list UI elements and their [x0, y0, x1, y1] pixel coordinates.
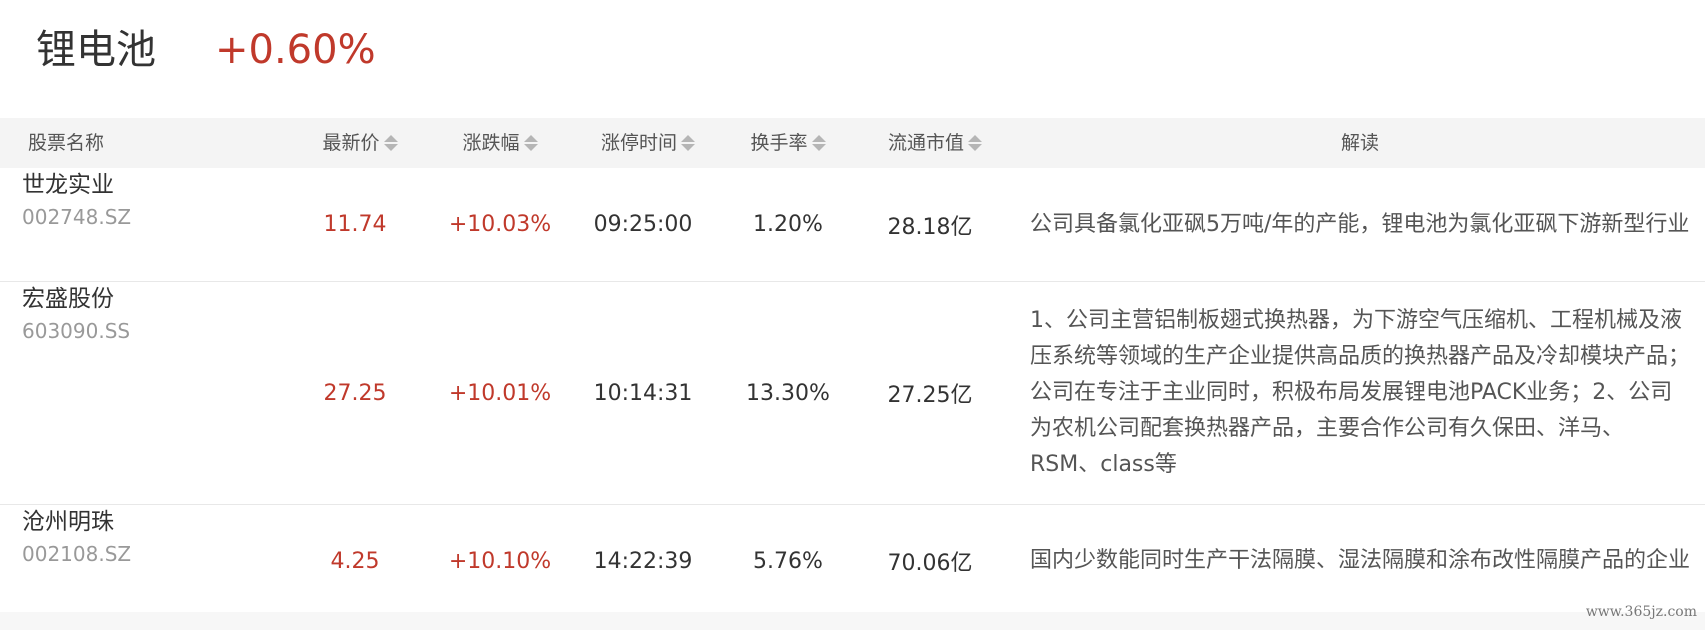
- header-market-cap[interactable]: 流通市值: [860, 118, 1010, 168]
- stock-code: 002748.SZ: [22, 205, 132, 229]
- stock-name-cell: 宏盛股份 603090.SS: [22, 282, 262, 504]
- price-cell: 4.25: [330, 548, 380, 574]
- change-cell: +10.03%: [448, 212, 552, 237]
- turnover-cell: 5.76%: [753, 548, 823, 574]
- stock-name[interactable]: 沧州明珠: [22, 505, 114, 539]
- stock-name[interactable]: 世龙实业: [22, 168, 114, 202]
- table-row[interactable]: 世龙实业 002748.SZ 11.74 +10.03% 09:25:00 1.…: [0, 168, 1705, 282]
- market-cap-cell: 27.25亿: [887, 383, 973, 408]
- header-interpretation-label: 解读: [1340, 132, 1379, 154]
- interpretation-text: 公司具备氯化亚砜5万吨/年的产能，锂电池为氯化亚砜下游新型行业: [1030, 211, 1690, 237]
- sort-arrows-icon[interactable]: [681, 132, 695, 154]
- price-cell: 11.74: [323, 212, 387, 237]
- interpretation-cell: 国内少数能同时生产干法隔膜、湿法隔膜和涂布改性隔膜产品的企业: [1030, 505, 1690, 617]
- change-cell: +10.01%: [448, 380, 552, 406]
- sector-name: 锂电池: [36, 27, 156, 73]
- table-header: 股票名称 最新价 涨跌幅 涨停时间 换手率 流通市值 解读: [0, 118, 1705, 168]
- stock-code: 002108.SZ: [22, 542, 132, 566]
- interpretation-text: 1、公司主营铝制板翅式换热器，为下游空气压缩机、工程机械及液压系统等领域的生产企…: [1030, 308, 1691, 477]
- header-market-cap-label: 流通市值: [887, 132, 964, 154]
- header-price[interactable]: 最新价: [295, 118, 425, 168]
- table-row[interactable]: 宏盛股份 603090.SS 27.25 +10.01% 10:14:31 13…: [0, 282, 1705, 505]
- limit-time-cell: 09:25:00: [593, 212, 693, 237]
- change-cell: +10.10%: [448, 548, 552, 574]
- interpretation-cell: 1、公司主营铝制板翅式换热器，为下游空气压缩机、工程机械及液压系统等领域的生产企…: [1030, 282, 1690, 504]
- sector-header: 锂电池 +0.60%: [0, 0, 1705, 118]
- header-interpretation: 解读: [1200, 118, 1520, 168]
- header-limit-time-label: 涨停时间: [600, 132, 677, 154]
- market-cap-cell: 70.06亿: [887, 551, 973, 576]
- turnover-cell: 1.20%: [753, 212, 823, 237]
- market-cap-cell: 28.18亿: [887, 214, 973, 240]
- stock-code: 603090.SS: [22, 319, 131, 343]
- interpretation-cell: 公司具备氯化亚砜5万吨/年的产能，锂电池为氯化亚砜下游新型行业: [1030, 168, 1690, 281]
- sort-arrows-icon[interactable]: [523, 132, 538, 154]
- footer-bar: [0, 612, 1705, 630]
- stock-table: 股票名称 最新价 涨跌幅 涨停时间 换手率 流通市值 解读 世龙实业 00274…: [0, 118, 1705, 618]
- interpretation-text: 国内少数能同时生产干法隔膜、湿法隔膜和涂布改性隔膜产品的企业: [1030, 548, 1691, 573]
- limit-time-cell: 14:22:39: [593, 548, 693, 574]
- price-cell: 27.25: [323, 380, 387, 406]
- header-price-label: 最新价: [322, 132, 380, 154]
- watermark: www.365jz.com: [1585, 604, 1697, 620]
- stock-name-cell: 世龙实业 002748.SZ: [22, 168, 262, 281]
- stock-name-cell: 沧州明珠 002108.SZ: [22, 505, 262, 617]
- limit-time-cell: 10:14:31: [593, 380, 693, 406]
- turnover-cell: 13.30%: [746, 380, 830, 406]
- header-turnover[interactable]: 换手率: [723, 118, 853, 168]
- header-change-label: 涨跌幅: [462, 132, 520, 154]
- table-row[interactable]: 沧州明珠 002108.SZ 4.25 +10.10% 14:22:39 5.7…: [0, 505, 1705, 618]
- sector-change: +0.60%: [215, 27, 376, 73]
- sort-arrows-icon[interactable]: [968, 132, 982, 154]
- header-turnover-label: 换手率: [750, 132, 808, 154]
- stock-name[interactable]: 宏盛股份: [22, 282, 114, 316]
- sort-arrows-icon[interactable]: [811, 132, 826, 154]
- header-limit-time[interactable]: 涨停时间: [573, 118, 723, 168]
- sort-arrows-icon[interactable]: [383, 132, 398, 154]
- header-stock-name-label: 股票名称: [28, 132, 105, 154]
- header-stock-name: 股票名称: [28, 118, 228, 168]
- header-change[interactable]: 涨跌幅: [435, 118, 565, 168]
